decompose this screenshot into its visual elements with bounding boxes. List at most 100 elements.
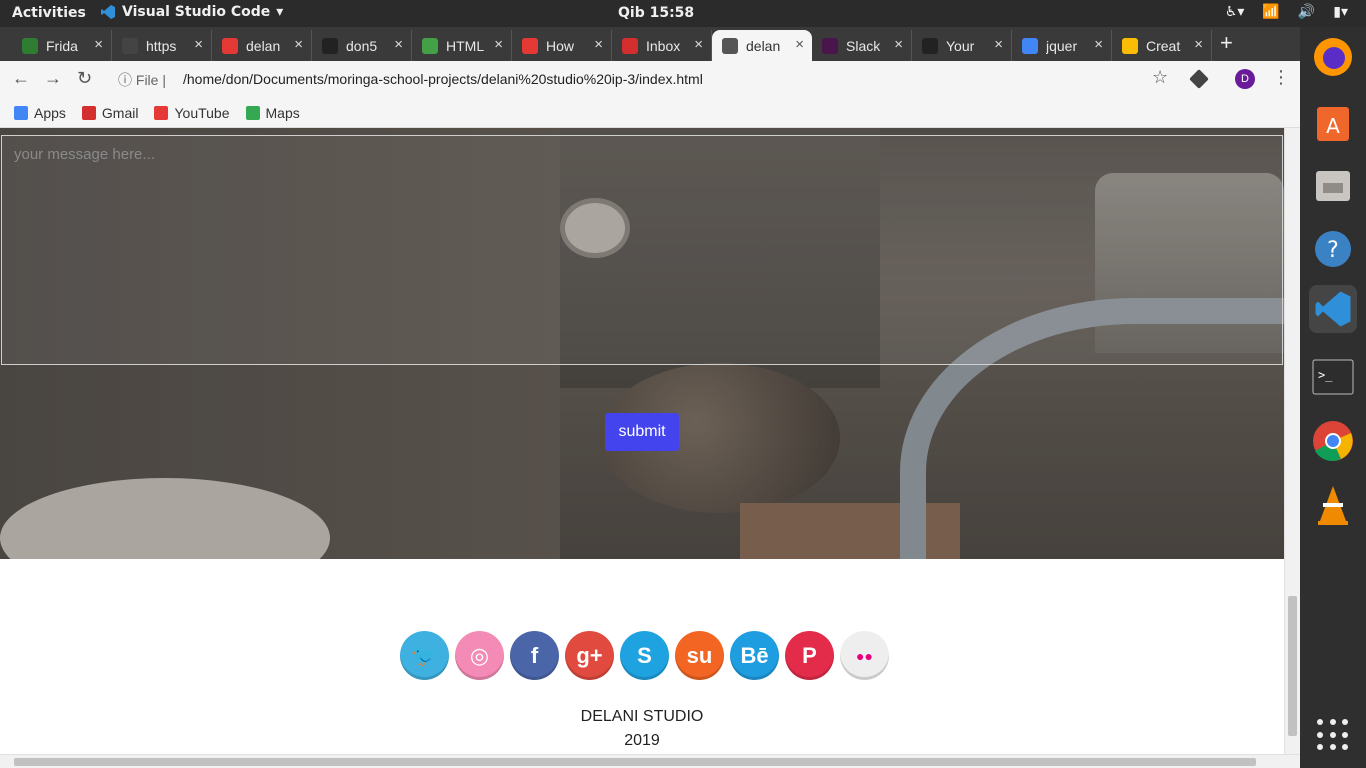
profile-avatar[interactable]: D bbox=[1235, 69, 1255, 89]
close-icon[interactable]: × bbox=[294, 36, 303, 53]
info-icon: ⓘ bbox=[118, 72, 132, 88]
vertical-scrollbar[interactable] bbox=[1284, 128, 1300, 754]
tab-3[interactable]: don5 × bbox=[312, 30, 412, 61]
twitter-icon[interactable]: 🐦 bbox=[400, 631, 449, 680]
kebab-menu-icon[interactable]: ⋮ bbox=[1272, 67, 1290, 88]
tab-favicon-icon bbox=[322, 37, 338, 54]
message-placeholder: your message here... bbox=[14, 146, 155, 163]
accessibility-icon[interactable]: ♿▾ bbox=[1225, 4, 1245, 20]
tab-favicon-icon bbox=[622, 37, 638, 54]
tab-2[interactable]: delan × bbox=[212, 30, 312, 61]
tab-title: HTML bbox=[446, 37, 485, 54]
tab-8[interactable]: Slack × bbox=[812, 30, 912, 61]
message-textarea[interactable]: your message here... bbox=[1, 135, 1283, 365]
show-applications-icon[interactable] bbox=[1317, 719, 1349, 751]
tab-title: Your bbox=[946, 37, 975, 54]
extension-icon[interactable] bbox=[1189, 69, 1209, 89]
bookmark-apps[interactable]: Apps bbox=[14, 105, 66, 121]
skype-icon[interactable]: S bbox=[620, 631, 669, 680]
close-icon[interactable]: × bbox=[1094, 36, 1103, 53]
wifi-icon: 📶 bbox=[1262, 4, 1280, 20]
submit-button[interactable]: submit bbox=[605, 413, 679, 451]
scroll-thumb-horizontal[interactable] bbox=[14, 758, 1256, 766]
bookmark-youtube[interactable]: YouTube bbox=[154, 105, 230, 121]
close-icon[interactable]: × bbox=[1194, 36, 1203, 53]
tab-4[interactable]: HTML × bbox=[412, 30, 512, 61]
site-info-label: File bbox=[135, 72, 159, 88]
vlc-icon[interactable] bbox=[1309, 481, 1357, 529]
tab-0[interactable]: Frida × bbox=[12, 30, 112, 61]
ubuntu-dock: A ? >_ bbox=[1300, 27, 1366, 768]
tab-10[interactable]: jquer × bbox=[1012, 30, 1112, 61]
tab-5[interactable]: How × bbox=[512, 30, 612, 61]
new-tab-icon[interactable]: + bbox=[1220, 30, 1233, 56]
pinterest-icon[interactable]: P bbox=[785, 631, 834, 680]
tab-6[interactable]: Inbox × bbox=[612, 30, 712, 61]
bookmark-maps[interactable]: Maps bbox=[245, 105, 300, 121]
svg-text:>_: >_ bbox=[1318, 368, 1333, 382]
scroll-thumb[interactable] bbox=[1288, 596, 1297, 736]
back-icon[interactable]: ← bbox=[12, 68, 30, 89]
close-icon[interactable]: × bbox=[694, 36, 703, 53]
bookmarks-bar: Apps Gmail YouTube Maps bbox=[0, 98, 1300, 128]
clock[interactable]: Qib 15:58 bbox=[618, 5, 694, 21]
firefox-icon[interactable] bbox=[1309, 33, 1357, 81]
gnome-top-bar: Activities Visual Studio Code ▾ Qib 15:5… bbox=[0, 0, 1366, 27]
files-icon[interactable] bbox=[1309, 161, 1357, 209]
activities-button[interactable]: Activities bbox=[12, 5, 86, 21]
vscode-dock-icon[interactable] bbox=[1309, 285, 1357, 333]
contact-section-background: your message here... submit bbox=[0, 128, 1284, 559]
tab-favicon-icon bbox=[22, 37, 38, 54]
reload-icon[interactable]: ↻ bbox=[77, 68, 92, 89]
dribbble-icon[interactable]: ◎ bbox=[455, 631, 504, 680]
close-icon[interactable]: × bbox=[795, 36, 804, 53]
horizontal-scrollbar[interactable] bbox=[0, 754, 1300, 768]
footer-year: 2019 bbox=[624, 732, 660, 749]
bookmark-gmail[interactable]: Gmail bbox=[81, 105, 138, 121]
address-bar[interactable]: /home/don/Documents/moringa-school-proje… bbox=[183, 71, 703, 87]
tab-11[interactable]: Creat × bbox=[1112, 30, 1212, 61]
tab-title: https bbox=[146, 37, 177, 54]
site-info[interactable]: ⓘ File | bbox=[118, 70, 166, 90]
maps-icon bbox=[245, 105, 260, 120]
tab-title: jquer bbox=[1046, 37, 1078, 54]
flickr-icon[interactable]: ●● bbox=[840, 631, 889, 680]
tab-1[interactable]: https × bbox=[112, 30, 212, 61]
close-icon[interactable]: × bbox=[394, 36, 403, 53]
browser-toolbar: ← → ↻ ⓘ File | /home/don/Documents/morin… bbox=[0, 61, 1300, 98]
system-tray[interactable]: ♿▾ 📶 🔊 ▮▾ bbox=[1225, 4, 1348, 20]
tab-9[interactable]: Your × bbox=[912, 30, 1012, 61]
chrome-icon[interactable] bbox=[1309, 417, 1357, 465]
tab-favicon-icon bbox=[1122, 37, 1138, 54]
close-icon[interactable]: × bbox=[494, 36, 503, 53]
tab-title: Creat bbox=[1146, 37, 1181, 54]
behance-icon[interactable]: Bē bbox=[730, 631, 779, 680]
bookmark-star-icon[interactable]: ☆ bbox=[1152, 67, 1168, 88]
footer-brand: DELANI STUDIO bbox=[580, 708, 704, 725]
tab-7[interactable]: delan × bbox=[712, 30, 812, 61]
facebook-icon[interactable]: f bbox=[510, 631, 559, 680]
tab-title: delan bbox=[246, 37, 281, 54]
close-icon[interactable]: × bbox=[994, 36, 1003, 53]
tab-favicon-icon bbox=[722, 37, 738, 54]
tab-title: don5 bbox=[346, 37, 378, 54]
close-icon[interactable]: × bbox=[94, 36, 103, 53]
software-center-icon[interactable]: A bbox=[1309, 97, 1357, 145]
bookmark-label: Apps bbox=[34, 104, 66, 121]
tab-title: How bbox=[546, 37, 575, 54]
battery-icon: ▮▾ bbox=[1333, 4, 1348, 20]
tab-favicon-icon bbox=[822, 37, 838, 54]
close-icon[interactable]: × bbox=[594, 36, 603, 53]
volume-icon: 🔊 bbox=[1297, 4, 1316, 20]
social-icons: 🐦 ◎ f g+ Ssu Bē P ●● bbox=[400, 631, 889, 680]
forward-icon[interactable]: → bbox=[44, 68, 62, 89]
close-icon[interactable]: × bbox=[194, 36, 203, 53]
close-icon[interactable]: × bbox=[894, 36, 903, 53]
terminal-icon[interactable]: >_ bbox=[1309, 353, 1357, 401]
google-plus-icon[interactable]: g+ bbox=[565, 631, 614, 680]
stumbleupon-icon[interactable]: su bbox=[675, 631, 724, 680]
app-menu[interactable]: Visual Studio Code ▾ bbox=[100, 4, 283, 20]
app-menu-label: Visual Studio Code bbox=[122, 4, 271, 20]
svg-text:?: ? bbox=[1327, 238, 1339, 263]
help-icon[interactable]: ? bbox=[1309, 225, 1357, 273]
